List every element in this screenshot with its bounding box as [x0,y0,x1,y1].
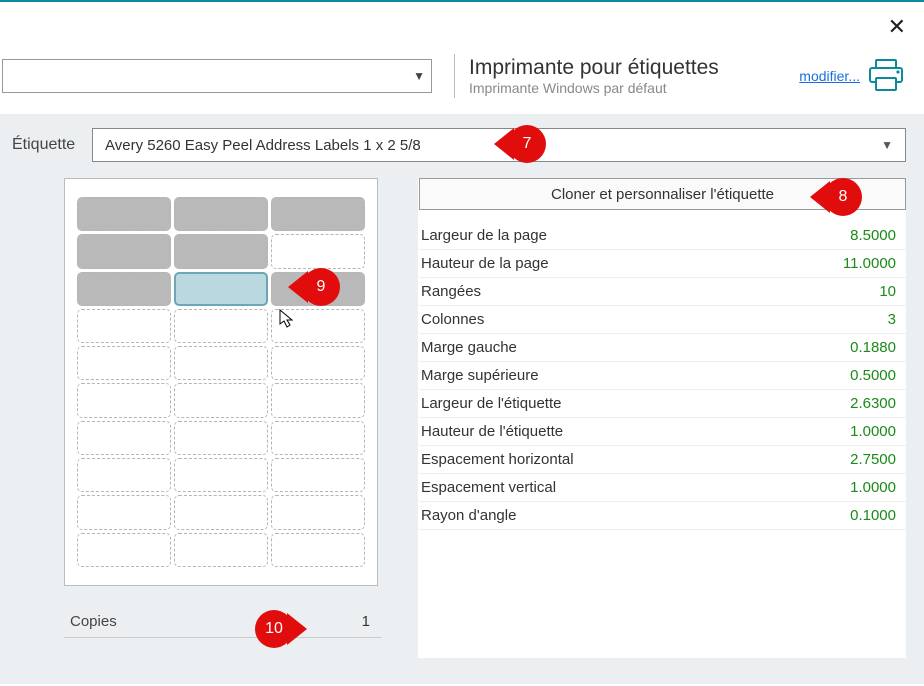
label-cell[interactable] [271,383,365,417]
property-row: Marge supérieure 0.5000 [419,362,906,390]
property-label: Espacement vertical [421,479,556,496]
property-row: Hauteur de la page 11.0000 [419,250,906,278]
clone-customize-button[interactable]: Cloner et personnaliser l'étiquette [419,178,906,210]
modify-link[interactable]: modifier... [799,68,860,84]
property-value: 0.1880 [850,339,896,356]
property-row: Marge gauche 0.1880 [419,334,906,362]
chevron-down-icon: ▼ [413,69,425,83]
etiquette-dropdown[interactable]: Avery 5260 Easy Peel Address Labels 1 x … [92,128,906,162]
label-cell[interactable] [271,346,365,380]
close-icon[interactable]: ✕ [888,14,906,40]
label-cell[interactable] [271,533,365,567]
copies-value[interactable]: 1 [362,613,376,630]
property-value: 1.0000 [850,479,896,496]
property-label: Hauteur de la page [421,255,549,272]
label-cell[interactable] [174,533,268,567]
label-cell[interactable] [174,495,268,529]
property-row: Largeur de la page 8.5000 [419,222,906,250]
label-cell[interactable] [271,495,365,529]
property-label: Espacement horizontal [421,451,574,468]
label-cell[interactable] [271,421,365,455]
label-cell[interactable] [271,309,365,343]
etiquette-label: Étiquette [12,136,82,154]
label-cell[interactable] [271,234,365,268]
property-value: 8.5000 [850,227,896,244]
property-row: Largeur de l'étiquette 2.6300 [419,390,906,418]
label-cell[interactable] [77,197,171,231]
property-row: Espacement horizontal 2.7500 [419,446,906,474]
label-cell[interactable] [174,346,268,380]
label-cell[interactable] [174,309,268,343]
label-cell[interactable] [77,234,171,268]
top-dropdown[interactable]: ▼ [2,59,432,93]
label-cell[interactable] [174,421,268,455]
label-cell[interactable] [77,383,171,417]
label-cell[interactable] [271,197,365,231]
label-cell[interactable] [174,383,268,417]
property-row: Rayon d'angle 0.1000 [419,502,906,530]
label-cell[interactable] [174,458,268,492]
printer-title: Imprimante pour étiquettes [469,56,785,80]
label-cell[interactable] [271,458,365,492]
property-label: Hauteur de l'étiquette [421,423,563,440]
property-label: Rayon d'angle [421,507,516,524]
property-value: 10 [879,283,896,300]
property-row: Rangées 10 [419,278,906,306]
label-sheet-preview[interactable] [64,178,378,586]
property-label: Colonnes [421,311,484,328]
etiquette-selected: Avery 5260 Easy Peel Address Labels 1 x … [105,137,421,154]
chevron-down-icon: ▼ [881,138,893,152]
property-value: 0.1000 [850,507,896,524]
label-cell[interactable] [77,309,171,343]
label-cell[interactable] [77,346,171,380]
divider [454,54,455,98]
label-cell[interactable] [174,234,268,268]
property-value: 3 [888,311,896,328]
label-cell[interactable] [174,197,268,231]
property-label: Largeur de l'étiquette [421,395,561,412]
property-row: Colonnes 3 [419,306,906,334]
property-label: Marge supérieure [421,367,539,384]
property-value: 1.0000 [850,423,896,440]
property-label: Marge gauche [421,339,517,356]
label-cell[interactable] [174,272,268,306]
label-cell[interactable] [271,272,365,306]
property-label: Largeur de la page [421,227,547,244]
label-cell[interactable] [77,421,171,455]
property-value: 2.7500 [850,451,896,468]
label-cell[interactable] [77,533,171,567]
copies-label: Copies [70,613,117,630]
property-value: 0.5000 [850,367,896,384]
property-row: Espacement vertical 1.0000 [419,474,906,502]
properties-panel: Cloner et personnaliser l'étiquette Larg… [418,178,906,658]
property-value: 2.6300 [850,395,896,412]
property-row: Hauteur de l'étiquette 1.0000 [419,418,906,446]
printer-icon[interactable] [866,58,906,94]
label-cell[interactable] [77,458,171,492]
label-cell[interactable] [77,272,171,306]
label-cell[interactable] [77,495,171,529]
printer-subtitle: Imprimante Windows par défaut [469,80,785,96]
property-label: Rangées [421,283,481,300]
property-value: 11.0000 [843,255,896,272]
